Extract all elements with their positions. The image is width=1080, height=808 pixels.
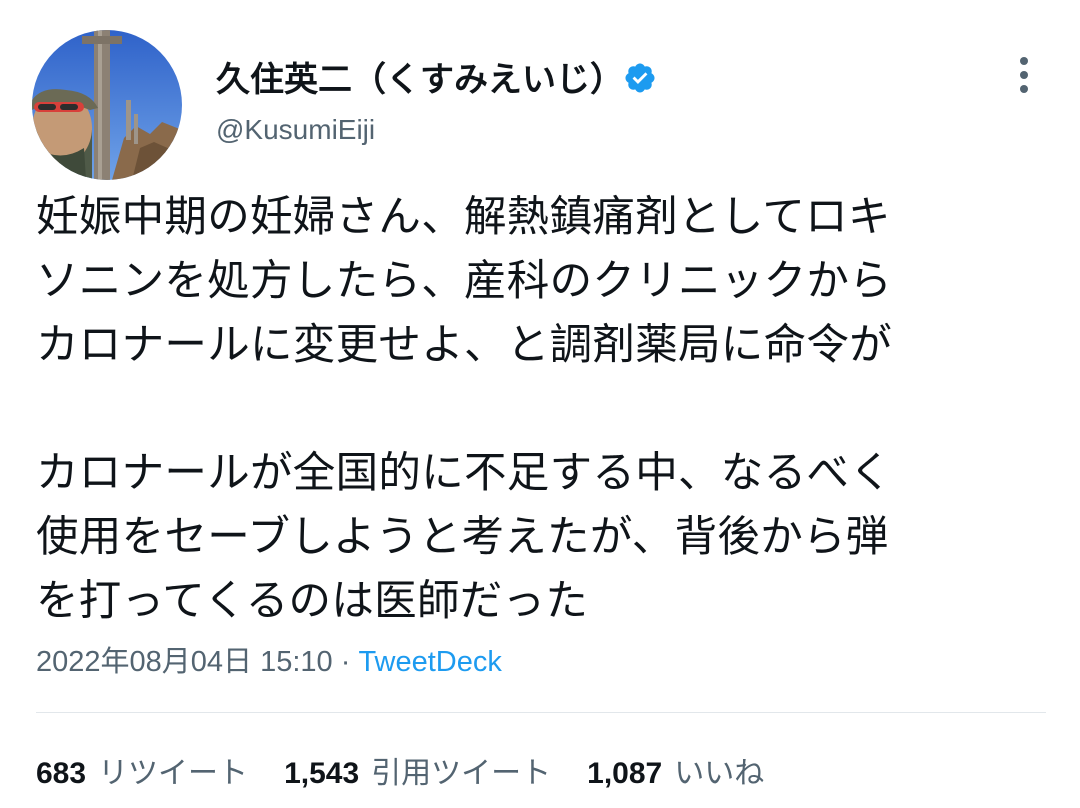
more-options-icon[interactable] [1006,52,1042,98]
tweet-meta: 2022年08月04日 15:10 · TweetDeck [36,642,502,682]
author-handle[interactable]: @KusumiEiji [216,110,375,150]
verified-badge-icon [623,61,657,95]
tweet-text: 妊娠中期の妊婦さん、解熱鎮痛剤としてロキ ソニンを処方したら、産科のクリニックか… [36,193,893,626]
retweets-count: 683 [36,757,87,790]
divider [36,712,1046,713]
meta-separator: · [332,646,359,678]
tweet-timestamp[interactable]: 2022年08月04日 15:10 [36,646,333,678]
engagement-stats: 683 リツイート 1,543 引用ツイート 1,087 いいね [36,752,800,796]
retweets-label: リツイート [98,756,249,791]
quote-tweets-stat[interactable]: 1,543 引用ツイート [284,752,551,796]
retweets-stat[interactable]: 683 リツイート [36,752,248,796]
tweet-source-link[interactable]: TweetDeck [358,646,501,678]
likes-label: いいね [674,756,765,791]
author-display-name[interactable]: 久住英二（くすみえいじ） [216,58,624,102]
avatar-photo [32,30,182,180]
avatar[interactable] [32,30,182,180]
quote-tweets-count: 1,543 [284,757,360,790]
quote-tweets-label: 引用ツイート [371,756,552,791]
likes-count: 1,087 [587,757,663,790]
likes-stat[interactable]: 1,087 いいね [587,752,764,796]
